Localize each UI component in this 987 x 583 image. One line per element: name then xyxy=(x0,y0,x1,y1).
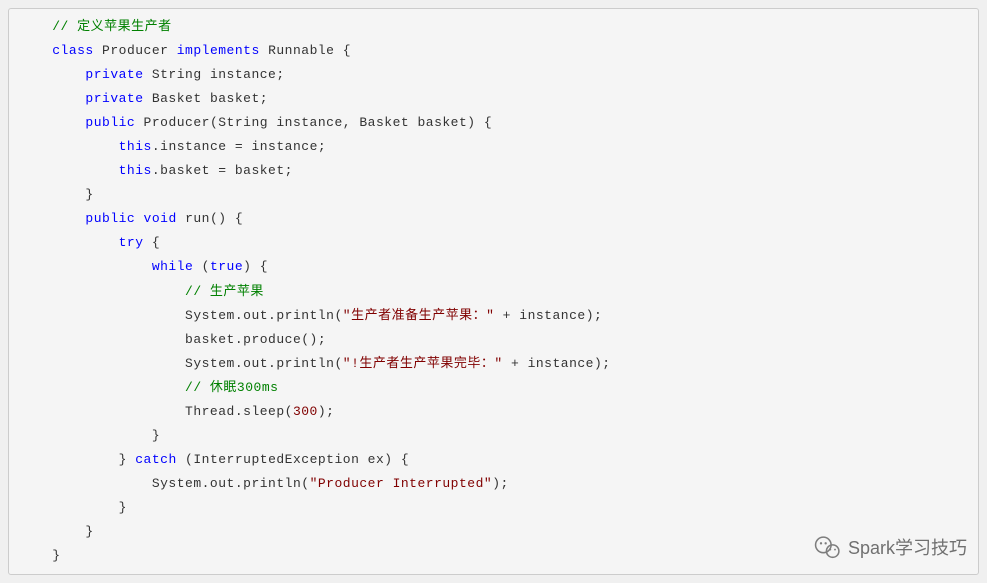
code-line: System.out.println("Producer Interrupted… xyxy=(19,472,968,496)
code-line: Thread.sleep(300); xyxy=(19,400,968,424)
token-keyword: true xyxy=(210,259,243,274)
code-line: // 定义苹果生产者 xyxy=(19,15,968,39)
token-keyword: this xyxy=(119,163,152,178)
token-plain: ); xyxy=(318,404,335,419)
token-plain: { xyxy=(144,235,161,250)
code-line: private String instance; xyxy=(19,63,968,87)
token-plain: } xyxy=(152,428,160,443)
token-plain: Producer(String instance, Basket basket)… xyxy=(135,115,492,130)
token-keyword: void xyxy=(144,211,177,226)
code-line: public void run() { xyxy=(19,207,968,231)
code-line: } xyxy=(19,424,968,448)
code-line: System.out.println("!生产者生产苹果完毕：" + insta… xyxy=(19,352,968,376)
code-line: } xyxy=(19,183,968,207)
token-string: "生产者准备生产苹果：" xyxy=(343,308,495,323)
token-plain: ); xyxy=(492,476,509,491)
token-plain: Basket basket; xyxy=(144,91,269,106)
code-line: // 休眠300ms xyxy=(19,376,968,400)
token-keyword: public xyxy=(85,211,135,226)
token-plain: } xyxy=(119,500,127,515)
token-keyword: this xyxy=(119,139,152,154)
code-line: } xyxy=(19,520,968,544)
token-plain: run() { xyxy=(177,211,243,226)
token-plain: .basket = basket; xyxy=(152,163,293,178)
token-plain: .instance = instance; xyxy=(152,139,326,154)
token-plain: + instance); xyxy=(503,356,611,371)
code-line: this.instance = instance; xyxy=(19,135,968,159)
token-plain: + instance); xyxy=(494,308,602,323)
token-keyword: implements xyxy=(177,43,260,58)
token-comment: // 定义苹果生产者 xyxy=(52,19,171,34)
code-line: public Producer(String instance, Basket … xyxy=(19,111,968,135)
token-plain: System.out.println( xyxy=(185,308,343,323)
token-plain: Thread.sleep( xyxy=(185,404,293,419)
token-plain: System.out.println( xyxy=(152,476,310,491)
token-plain: ) { xyxy=(243,259,268,274)
code-line: class Producer implements Runnable { xyxy=(19,39,968,63)
code-line: } xyxy=(19,544,968,568)
token-plain: String instance; xyxy=(144,67,285,82)
code-line: } catch (InterruptedException ex) { xyxy=(19,448,968,472)
token-keyword: private xyxy=(85,67,143,82)
code-line: private Basket basket; xyxy=(19,87,968,111)
token-plain xyxy=(135,211,143,226)
code-line: // 生产苹果 xyxy=(19,280,968,304)
token-plain: } xyxy=(52,548,60,563)
code-line: basket.produce(); xyxy=(19,328,968,352)
code-line: this.basket = basket; xyxy=(19,159,968,183)
token-plain: } xyxy=(85,524,93,539)
token-plain: basket.produce(); xyxy=(185,332,326,347)
token-plain: ( xyxy=(193,259,210,274)
code-block: // 定义苹果生产者 class Producer implements Run… xyxy=(8,8,979,575)
token-plain: System.out.println( xyxy=(185,356,343,371)
code-content: // 定义苹果生产者 class Producer implements Run… xyxy=(19,15,968,568)
code-line: } xyxy=(19,496,968,520)
token-keyword: try xyxy=(119,235,144,250)
token-comment: // 休眠300ms xyxy=(185,380,278,395)
token-string: "!生产者生产苹果完毕：" xyxy=(343,356,503,371)
token-keyword: class xyxy=(52,43,94,58)
code-line: System.out.println("生产者准备生产苹果：" + instan… xyxy=(19,304,968,328)
token-plain: } xyxy=(85,187,93,202)
token-plain: Producer xyxy=(94,43,177,58)
token-plain: Runnable { xyxy=(260,43,351,58)
token-comment: // 生产苹果 xyxy=(185,284,264,299)
token-string: 300 xyxy=(293,404,318,419)
token-plain: } xyxy=(119,452,136,467)
token-keyword: while xyxy=(152,259,194,274)
code-line: try { xyxy=(19,231,968,255)
token-keyword: catch xyxy=(135,452,177,467)
token-keyword: private xyxy=(85,91,143,106)
token-string: "Producer Interrupted" xyxy=(310,476,493,491)
token-plain: (InterruptedException ex) { xyxy=(177,452,409,467)
token-keyword: public xyxy=(85,115,135,130)
code-line: while (true) { xyxy=(19,255,968,279)
